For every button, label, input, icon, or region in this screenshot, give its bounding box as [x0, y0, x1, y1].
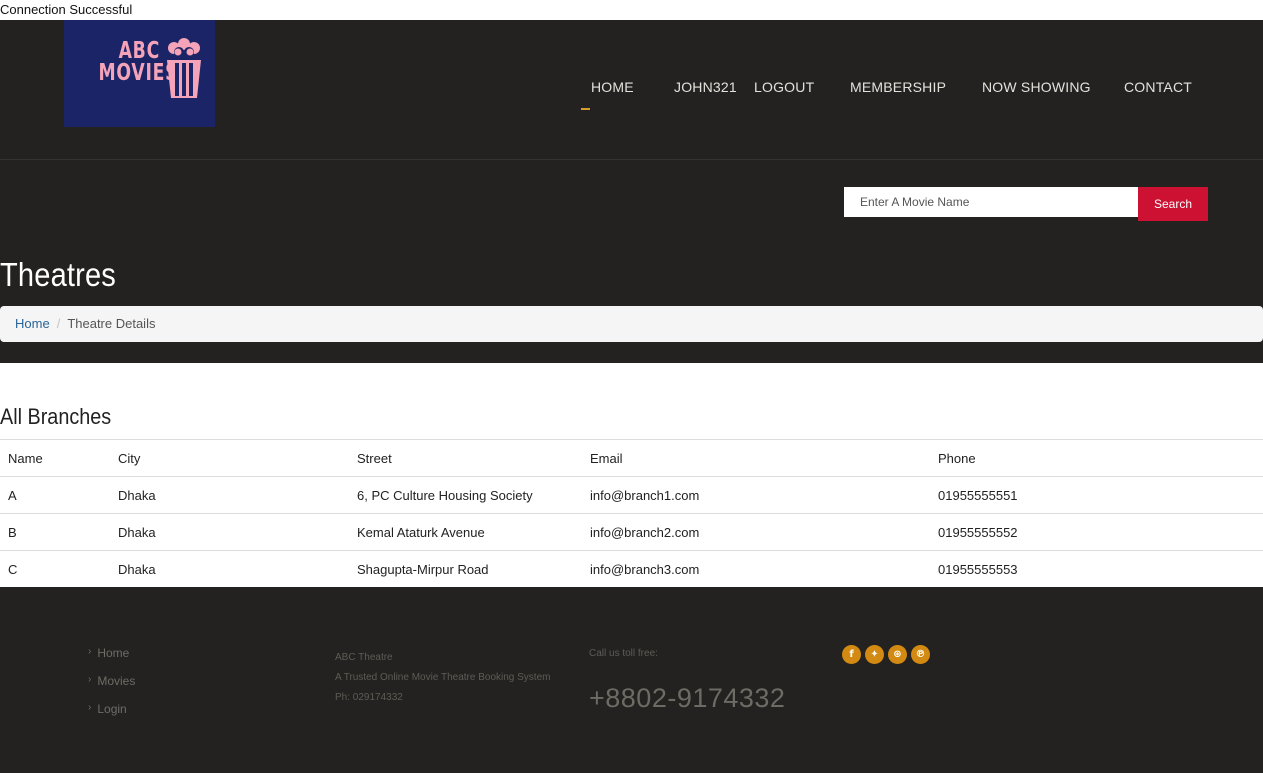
nav-active-indicator — [581, 108, 590, 110]
dribbble-icon[interactable]: ⊛ — [888, 645, 907, 664]
search-button[interactable]: Search — [1138, 187, 1208, 221]
footer-link-home[interactable]: › Home — [88, 646, 135, 674]
footer-about: ABC Theatre A Trusted Online Movie Theat… — [335, 648, 550, 708]
cell-name: B — [0, 513, 110, 551]
connection-status: Connection Successful — [0, 2, 133, 17]
column-header-email: Email — [582, 439, 930, 477]
chevron-right-icon: › — [88, 702, 92, 713]
breadcrumb-separator: / — [56, 316, 61, 331]
cell-street: Kemal Ataturk Avenue — [349, 513, 582, 551]
site-footer: › Home › Movies › Login ABC Theatre A Trust… — [0, 587, 1263, 773]
footer-links: › Home › Movies › Login — [88, 646, 135, 730]
breadcrumb: Home / Theatre Details — [0, 306, 1263, 342]
page-title: Theatres — [0, 256, 117, 293]
footer-about-phone: Ph: 029174332 — [335, 692, 403, 703]
facebook-icon[interactable]: f — [842, 645, 861, 664]
table-row: B Dhaka Kemal Ataturk Avenue info@branch… — [0, 513, 1263, 551]
footer-theatre-name: ABC Theatre — [335, 652, 393, 663]
cell-email: info@branch3.com — [582, 550, 930, 587]
main-nav: HOME JOHN321 LOGOUT MEMBERSHIP NOW SHOWI… — [0, 79, 1263, 103]
cell-phone: 01955555552 — [930, 513, 1263, 551]
breadcrumb-current: Theatre Details — [67, 316, 156, 331]
chevron-right-icon: › — [88, 646, 92, 657]
cell-city: Dhaka — [110, 513, 349, 551]
table-row: A Dhaka 6, PC Culture Housing Society in… — [0, 476, 1263, 514]
pinterest-icon[interactable]: ℗ — [911, 645, 930, 664]
site-logo[interactable]: ABC MOVIES — [64, 20, 215, 127]
twitter-icon[interactable]: ✦ — [865, 645, 884, 664]
nav-logout[interactable]: LOGOUT — [754, 79, 814, 95]
column-header-street: Street — [349, 439, 582, 477]
cell-name: A — [0, 476, 110, 514]
nav-now-showing[interactable]: NOW SHOWING — [982, 79, 1091, 95]
footer-call-number: +8802-9174332 — [589, 683, 786, 713]
table-row: C Dhaka Shagupta-Mirpur Road info@branch… — [0, 550, 1263, 587]
footer-link-label: Login — [97, 702, 127, 716]
nav-home[interactable]: HOME — [591, 79, 634, 95]
column-header-city: City — [110, 439, 349, 477]
nav-username[interactable]: JOHN321 — [674, 79, 737, 95]
cell-email: info@branch2.com — [582, 513, 930, 551]
header-divider — [0, 159, 1263, 160]
footer-call-label: Call us toll free: — [589, 648, 658, 659]
logo-line-1: ABC — [118, 38, 160, 64]
section-title: All Branches — [0, 404, 112, 429]
social-links: f ✦ ⊛ ℗ — [842, 645, 930, 664]
branches-table: Name City Street Email Phone A Dhaka 6, … — [0, 439, 1263, 587]
column-header-name: Name — [0, 439, 110, 477]
nav-contact[interactable]: CONTACT — [1124, 79, 1192, 95]
chevron-right-icon: › — [88, 674, 92, 685]
cell-city: Dhaka — [110, 476, 349, 514]
movie-search-input[interactable] — [844, 187, 1138, 217]
cell-name: C — [0, 550, 110, 587]
table-header-row: Name City Street Email Phone — [0, 439, 1263, 477]
cell-phone: 01955555553 — [930, 550, 1263, 587]
cell-street: Shagupta-Mirpur Road — [349, 550, 582, 587]
footer-link-login[interactable]: › Login — [88, 702, 135, 730]
footer-link-movies[interactable]: › Movies — [88, 674, 135, 702]
logo-text: ABC MOVIES — [78, 38, 178, 85]
footer-link-label: Movies — [97, 674, 136, 688]
breadcrumb-home-link[interactable]: Home — [15, 316, 50, 331]
cell-street: 6, PC Culture Housing Society — [349, 476, 582, 514]
nav-membership[interactable]: MEMBERSHIP — [850, 79, 946, 95]
cell-phone: 01955555551 — [930, 476, 1263, 514]
cell-city: Dhaka — [110, 550, 349, 587]
footer-tagline: A Trusted Online Movie Theatre Booking S… — [335, 672, 551, 683]
cell-email: info@branch1.com — [582, 476, 930, 514]
column-header-phone: Phone — [930, 439, 1263, 477]
footer-link-label: Home — [97, 646, 130, 660]
